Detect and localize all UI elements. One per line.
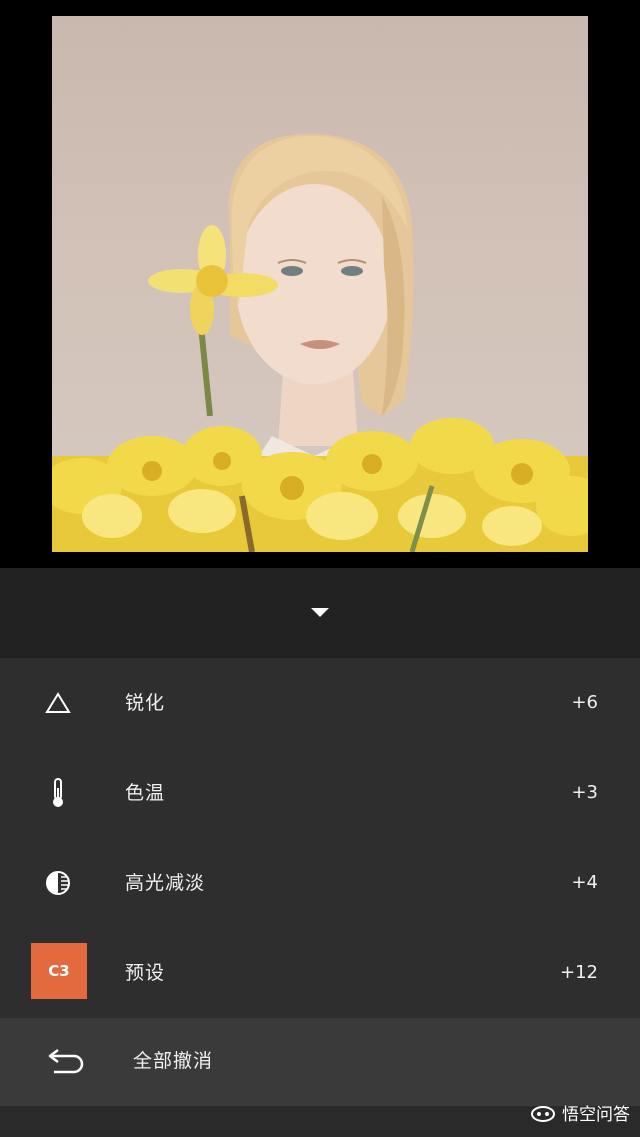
adjustment-label: 色温 <box>125 782 166 804</box>
preset-badge[interactable]: C3 <box>31 943 87 999</box>
highlights-half-circle-icon <box>36 861 80 905</box>
watermark-logo-icon <box>531 1105 555 1122</box>
adjustment-row-sharpen[interactable]: 锐化 +6 <box>0 658 640 748</box>
adjustment-value: +12 <box>560 962 598 983</box>
watermark: 悟空问答 <box>530 1100 630 1125</box>
undo-all-label: 全部撤消 <box>133 1050 214 1072</box>
thermometer-icon <box>36 771 80 815</box>
adjustment-row-highlights[interactable]: 高光减淡 +4 <box>0 838 640 928</box>
undo-all-button[interactable]: 全部撤消 <box>0 1018 640 1106</box>
photo-preview-area <box>0 0 640 568</box>
adjustment-value: +6 <box>571 692 598 713</box>
photo-preview[interactable] <box>52 16 588 552</box>
adjustments-panel: 锐化 +6 色温 +3 高光减淡 +4 预设 +12 C3 <box>0 658 640 1018</box>
adjustment-value: +4 <box>571 872 598 893</box>
undo-arrow-icon <box>44 1042 88 1082</box>
adjustment-label: 高光减淡 <box>125 872 206 894</box>
adjustment-row-preset[interactable]: 预设 +12 <box>0 928 640 1018</box>
portrait-photo-illustration <box>52 134 588 552</box>
collapse-arrow-icon[interactable] <box>311 608 329 617</box>
adjustment-label: 锐化 <box>125 692 166 714</box>
adjustment-label: 预设 <box>125 962 166 984</box>
adjustment-value: +3 <box>571 782 598 803</box>
watermark-text: 悟空问答 <box>562 1105 630 1125</box>
adjustment-row-temperature[interactable]: 色温 +3 <box>0 748 640 838</box>
sharpen-triangle-icon <box>36 681 80 725</box>
